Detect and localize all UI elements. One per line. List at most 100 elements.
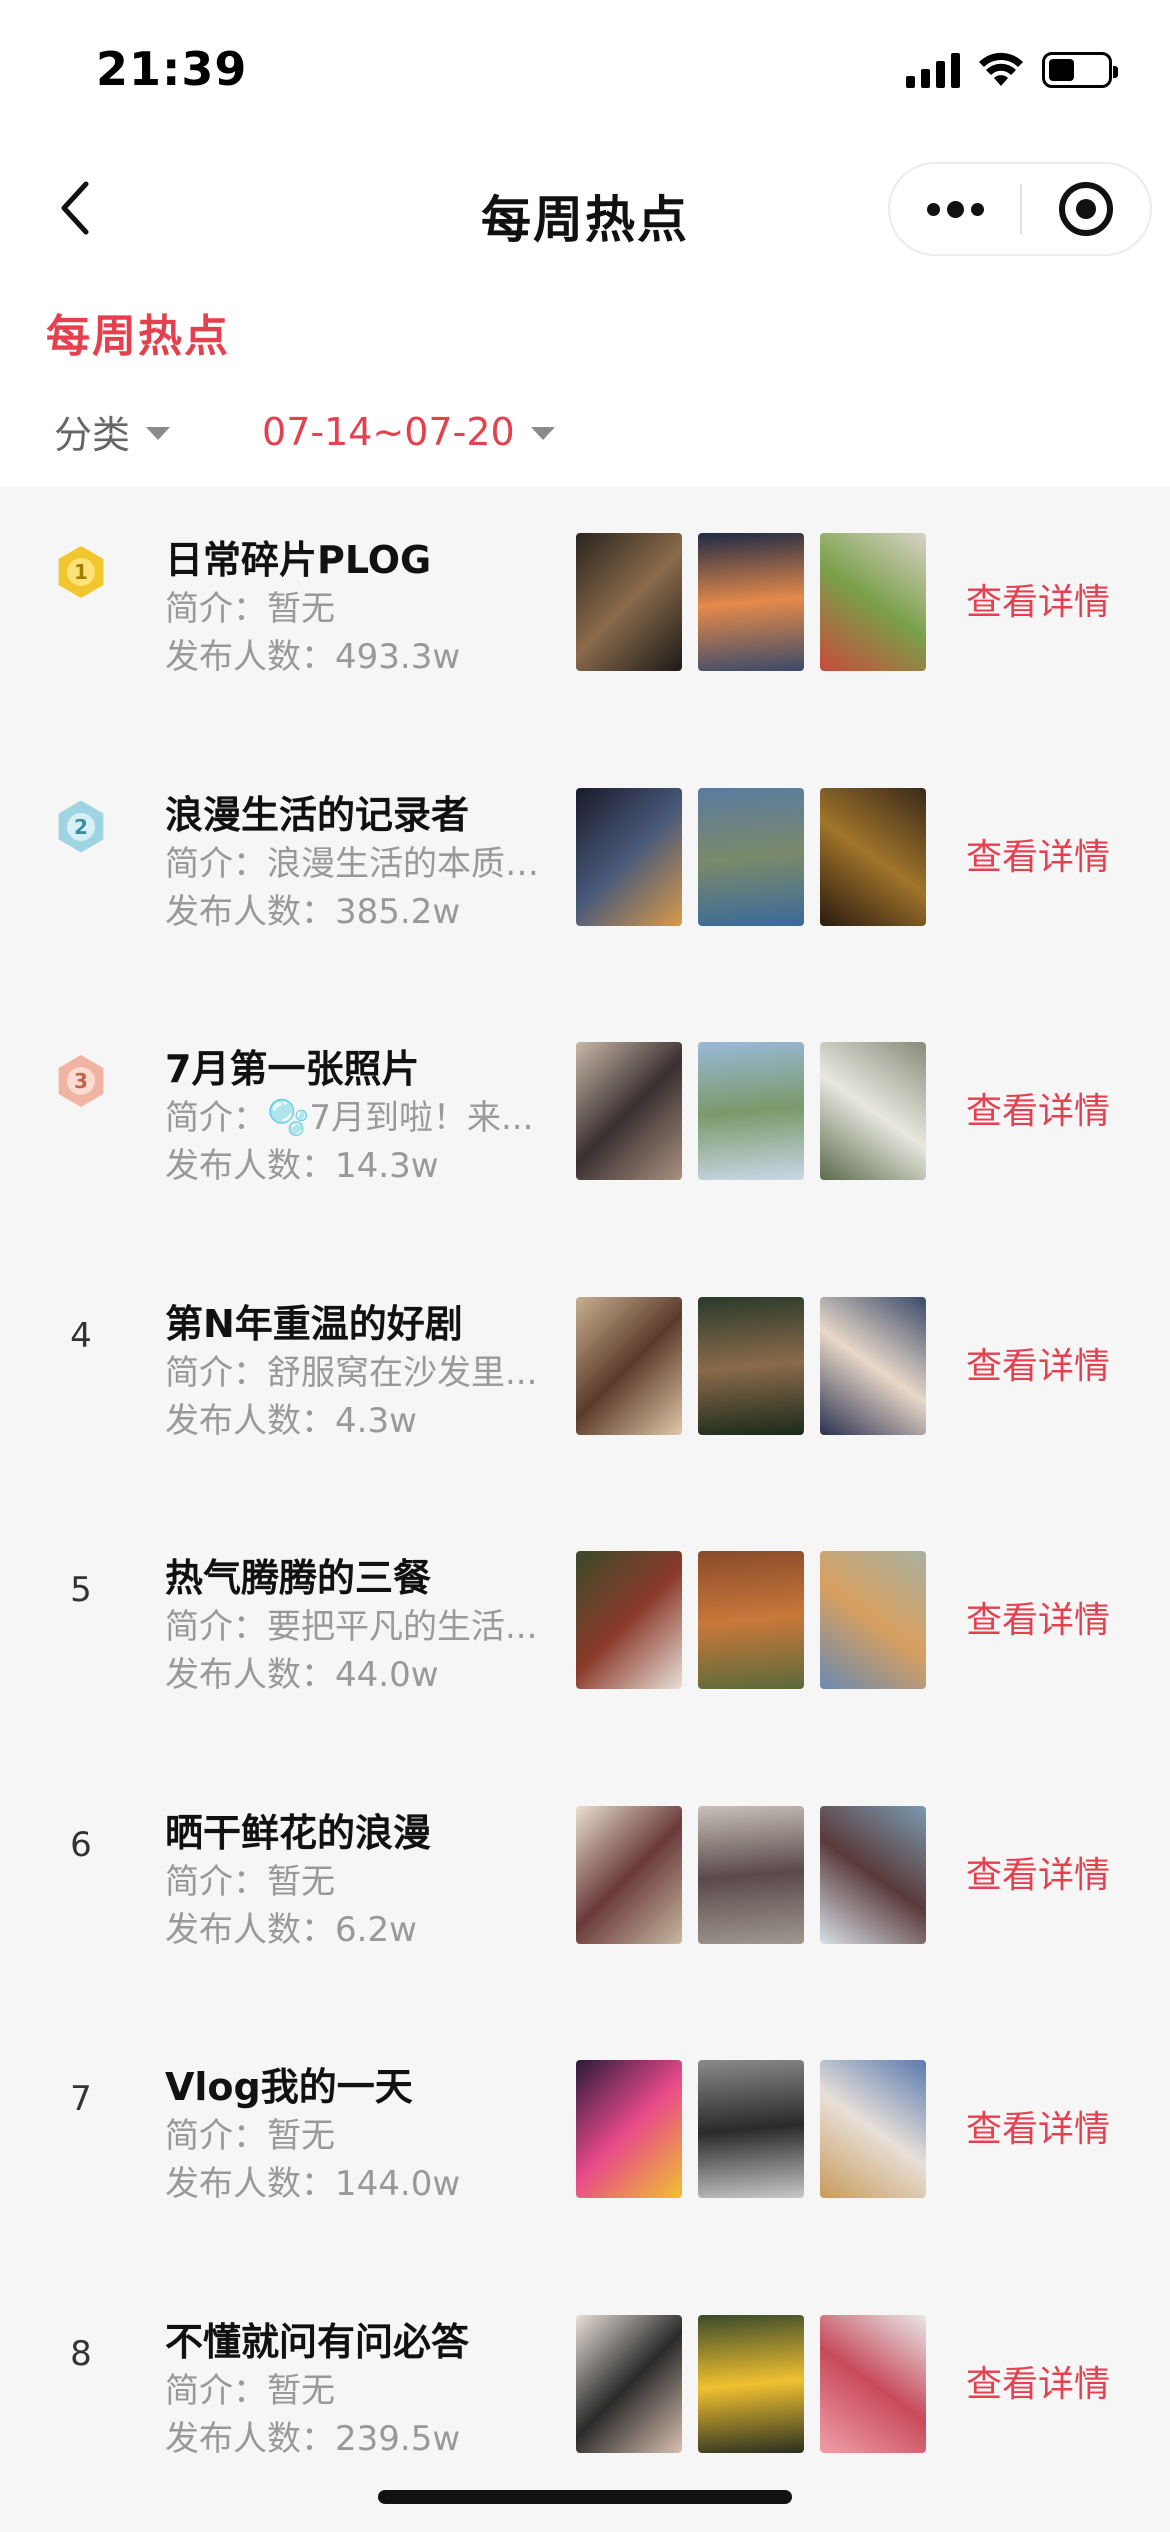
- thumbnail-strip: [576, 1296, 926, 1435]
- caret-down-icon: [530, 427, 555, 440]
- thumbnail-image[interactable]: [698, 1042, 804, 1180]
- thumbnail-image[interactable]: [820, 1551, 926, 1689]
- thumbnail-image[interactable]: [576, 1805, 682, 1944]
- thumbnail-image[interactable]: [820, 1805, 926, 1944]
- thumbnail-image[interactable]: [820, 2314, 926, 2453]
- item-desc: 简介：暂无: [165, 2370, 335, 2411]
- list-item[interactable]: 2 浪漫生活的记录者 简介：浪漫生活的本质是... 发布人数：385.2w 查看详情: [0, 742, 1170, 997]
- view-details-link[interactable]: 查看详情: [966, 1082, 1110, 1134]
- item-count: 发布人数：44.0w: [165, 1655, 439, 1695]
- thumbnail-image[interactable]: [576, 2314, 682, 2453]
- thumbnail-image[interactable]: [576, 1042, 682, 1180]
- rank-number: 6: [70, 1824, 92, 1865]
- list-item[interactable]: 6 晒干鲜花的浪漫简介：暂无发布人数：6.2w 查看详情: [0, 1760, 1170, 2015]
- thumbnail-image[interactable]: [820, 2060, 926, 2198]
- thumbnail-image[interactable]: [698, 2314, 804, 2453]
- mini-program-capsule: [888, 162, 1152, 256]
- status-time: 21:39: [96, 42, 248, 96]
- list-item[interactable]: 4 第N年重温的好剧 简介：舒服窝在沙发里... 发布人数：4.3w 查看详情: [0, 1251, 1170, 1506]
- target-ring-icon: [1059, 182, 1113, 236]
- thumbnail-strip: [576, 1805, 926, 1944]
- view-details-link[interactable]: 查看详情: [966, 2100, 1110, 2152]
- thumbnail-image[interactable]: [820, 1042, 926, 1180]
- thumbnail-image[interactable]: [820, 1296, 926, 1435]
- home-indicator: [378, 2490, 792, 2504]
- item-info: 7月第一张照片 简介：🫧7月到啦！来... 发布人数：14.3w: [165, 1044, 565, 1190]
- close-button[interactable]: [1022, 164, 1150, 254]
- item-title: 不懂就问有问必答: [165, 2319, 470, 2364]
- status-icons: [906, 52, 1118, 88]
- item-count: 发布人数：144.0w: [165, 2164, 461, 2204]
- item-title: 日常碎片PLOG: [165, 538, 432, 582]
- item-title: Vlog我的一天: [165, 2065, 413, 2109]
- filter-bar: 分类 07-14~07-20: [54, 404, 555, 459]
- rank-indicator: 3: [56, 996, 106, 1166]
- battery-icon: [1042, 52, 1118, 88]
- item-title: 7月第一张照片: [165, 1047, 420, 1091]
- rank-indicator: 2: [56, 742, 106, 912]
- item-count: 发布人数：6.2w: [165, 1909, 417, 1950]
- thumbnail-image[interactable]: [576, 533, 682, 671]
- list-item[interactable]: 1 日常碎片PLOG 简介：暂无发布人数：493.3w 查看详情: [0, 487, 1170, 742]
- silver-medal-icon: 2: [59, 805, 103, 849]
- caret-down-icon: [146, 427, 171, 440]
- more-button[interactable]: [890, 164, 1020, 254]
- item-desc: 简介：🫧7月到啦！来...: [165, 1098, 534, 1138]
- thumbnail-image[interactable]: [576, 1551, 682, 1689]
- thumbnail-image[interactable]: [820, 787, 926, 926]
- thumbnail-image[interactable]: [698, 787, 804, 926]
- item-count: 发布人数：239.5w: [165, 2418, 461, 2459]
- view-details-link[interactable]: 查看详情: [966, 1337, 1110, 1389]
- week-filter[interactable]: 07-14~07-20: [262, 410, 555, 454]
- item-title: 晒干鲜花的浪漫: [165, 1810, 432, 1855]
- list-item[interactable]: 8 不懂就问有问必答 简介：暂无 发布人数：239.5w 查看详情: [0, 2269, 1170, 2524]
- rank-indicator: 7: [56, 2014, 106, 2184]
- thumbnail-image[interactable]: [698, 2060, 804, 2198]
- thumbnail-strip: [576, 2314, 926, 2453]
- item-desc: 简介：舒服窝在沙发里...: [165, 1352, 538, 1393]
- item-info: 第N年重温的好剧 简介：舒服窝在沙发里... 发布人数：4.3w: [165, 1299, 565, 1445]
- thumbnail-strip: [576, 1042, 926, 1180]
- thumbnail-image[interactable]: [576, 787, 682, 926]
- item-count: 发布人数：4.3w: [165, 1400, 417, 1441]
- item-info: 不懂就问有问必答简介：暂无发布人数：239.5w: [165, 2317, 565, 2463]
- status-bar: 21:39: [0, 0, 1170, 150]
- thumbnail-image[interactable]: [576, 2060, 682, 2198]
- item-info: 热气腾腾的三餐 简介：要把平凡的生活... 发布人数：44.0w: [165, 1553, 565, 1699]
- rank-number: 5: [70, 1570, 92, 1610]
- list-item[interactable]: 7 Vlog我的一天 简介：暂无 发布人数：144.0w 查看详情: [0, 2014, 1170, 2269]
- thumbnail-image[interactable]: [698, 1805, 804, 1944]
- thumbnail-image[interactable]: [820, 533, 926, 671]
- view-details-link[interactable]: 查看详情: [966, 828, 1110, 880]
- category-filter-label: 分类: [54, 413, 131, 457]
- view-details-link[interactable]: 查看详情: [966, 573, 1110, 625]
- item-desc: 简介：暂无: [165, 589, 335, 629]
- item-title: 浪漫生活的记录者: [165, 792, 470, 837]
- rank-indicator: 5: [56, 1505, 106, 1675]
- view-details-link[interactable]: 查看详情: [966, 2355, 1110, 2407]
- item-count: 发布人数：493.3w: [165, 637, 461, 677]
- item-info: 浪漫生活的记录者 简介：浪漫生活的本质是... 发布人数：385.2w: [165, 790, 565, 936]
- rank-number: 3: [67, 1067, 95, 1095]
- bronze-medal-icon: 3: [59, 1059, 103, 1103]
- item-desc: 简介：暂无: [165, 1861, 335, 1902]
- item-info: 晒干鲜花的浪漫简介：暂无发布人数：6.2w: [165, 1808, 565, 1954]
- hot-topic-list: 1 日常碎片PLOG 简介：暂无 发布人数：493.3w 查看详情 2 浪漫生活的记录者 简介…: [0, 487, 1170, 2532]
- thumbnail-image[interactable]: [698, 1296, 804, 1435]
- thumbnail-image[interactable]: [576, 1296, 682, 1435]
- item-count: 发布人数：385.2w: [165, 891, 461, 932]
- thumbnail-image[interactable]: [698, 1551, 804, 1689]
- thumbnail-image[interactable]: [698, 533, 804, 671]
- category-filter[interactable]: 分类: [54, 404, 171, 459]
- rank-number: 2: [67, 812, 95, 841]
- view-details-link[interactable]: 查看详情: [966, 1591, 1110, 1643]
- section-title: 每周热点: [46, 311, 230, 362]
- thumbnail-strip: [576, 1551, 926, 1689]
- list-item[interactable]: 3 7月第一张照片 简介：🫧7月到啦！来... 发布人数：14.3w 查看详情: [0, 996, 1170, 1251]
- rank-number: 7: [70, 2079, 92, 2119]
- view-details-link[interactable]: 查看详情: [966, 1846, 1110, 1898]
- gold-medal-icon: 1: [59, 550, 103, 594]
- list-item[interactable]: 5 热气腾腾的三餐 简介：要把平凡的生活... 发布人数：44.0w 查看详情: [0, 1505, 1170, 1760]
- item-info: Vlog我的一天 简介：暂无 发布人数：144.0w: [165, 2062, 565, 2208]
- cellular-signal-icon: [906, 52, 960, 88]
